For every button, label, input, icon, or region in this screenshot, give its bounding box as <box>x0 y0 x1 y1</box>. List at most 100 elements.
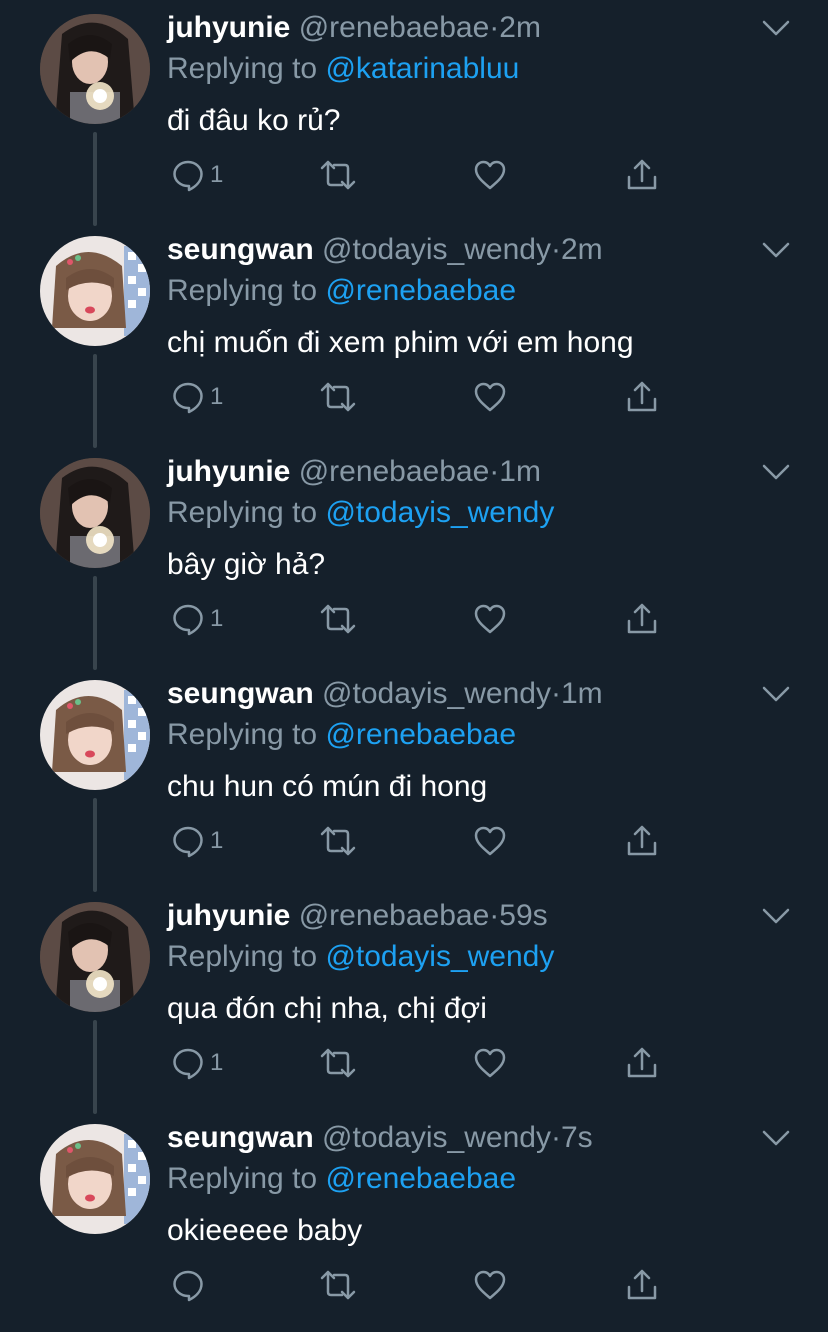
replying-to-label: Replying to <box>167 1162 318 1195</box>
seungwan-avatar-image <box>40 1124 150 1234</box>
like-button[interactable] <box>472 1043 508 1083</box>
user-handle[interactable]: @renebaebae <box>299 899 490 932</box>
avatar[interactable] <box>40 902 150 1012</box>
tweet-menu-button[interactable] <box>758 236 794 264</box>
share-icon <box>627 603 657 634</box>
reply-button[interactable]: 1 <box>170 155 223 195</box>
display-name[interactable]: juhyunie <box>167 455 290 488</box>
share-button[interactable] <box>624 821 660 861</box>
reply-count: 1 <box>210 161 224 188</box>
tweet-menu-button[interactable] <box>758 14 794 42</box>
chevron-down-icon <box>762 464 790 480</box>
mention-link[interactable]: @katarinabluu <box>325 52 519 85</box>
timestamp[interactable]: 59s <box>499 899 547 932</box>
tweet[interactable]: seungwan @todayis_wendy·1m Replying to @… <box>0 666 828 892</box>
retweet-button[interactable] <box>318 1265 358 1305</box>
share-button[interactable] <box>624 155 660 195</box>
reply-icon <box>173 604 203 636</box>
reply-button[interactable] <box>170 1265 210 1305</box>
share-button[interactable] <box>624 1043 660 1083</box>
tweet-header: juhyunie @renebaebae·2m <box>167 8 541 48</box>
mention-link[interactable]: @todayis_wendy <box>325 940 554 973</box>
avatar[interactable] <box>40 680 150 790</box>
like-button[interactable] <box>472 377 508 417</box>
tweet[interactable]: juhyunie @renebaebae·2m Replying to @kat… <box>0 0 828 226</box>
retweet-button[interactable] <box>318 155 358 195</box>
share-icon <box>627 1047 657 1078</box>
separator-dot: · <box>550 677 561 710</box>
separator-dot: · <box>550 233 561 266</box>
reply-count: 1 <box>210 827 224 854</box>
display-name[interactable]: seungwan <box>167 1121 314 1154</box>
reply-count: 1 <box>210 1049 224 1076</box>
replying-to-line: Replying to @todayis_wendy <box>167 937 554 977</box>
retweet-button[interactable] <box>318 821 358 861</box>
user-handle[interactable]: @renebaebae <box>299 455 490 488</box>
tweet-menu-button[interactable] <box>758 1124 794 1152</box>
retweet-button[interactable] <box>318 599 358 639</box>
heart-icon <box>474 826 506 856</box>
tweet-header: seungwan @todayis_wendy·2m <box>167 230 603 270</box>
retweet-icon <box>320 826 356 856</box>
timestamp[interactable]: 2m <box>499 11 541 44</box>
thread-connector-line <box>93 132 97 226</box>
juhyunie-avatar-image <box>40 902 150 1012</box>
user-handle[interactable]: @todayis_wendy <box>322 677 551 710</box>
replying-to-line: Replying to @renebaebae <box>167 271 516 311</box>
mention-link[interactable]: @todayis_wendy <box>325 496 554 529</box>
tweet-menu-button[interactable] <box>758 458 794 486</box>
display-name[interactable]: juhyunie <box>167 11 290 44</box>
chevron-down-icon <box>762 242 790 258</box>
avatar[interactable] <box>40 1124 150 1234</box>
share-button[interactable] <box>624 599 660 639</box>
mention-link[interactable]: @renebaebae <box>325 274 516 307</box>
reply-button[interactable]: 1 <box>170 821 223 861</box>
reply-button[interactable]: 1 <box>170 377 223 417</box>
reply-button[interactable]: 1 <box>170 599 223 639</box>
tweet[interactable]: seungwan @todayis_wendy·7s Replying to @… <box>0 1110 828 1332</box>
mention-link[interactable]: @renebaebae <box>325 1162 516 1195</box>
like-button[interactable] <box>472 599 508 639</box>
share-icon <box>627 825 657 856</box>
timestamp[interactable]: 2m <box>561 233 603 266</box>
separator-dot: · <box>489 899 500 932</box>
heart-icon <box>474 382 506 412</box>
user-handle[interactable]: @todayis_wendy <box>322 233 551 266</box>
display-name[interactable]: seungwan <box>167 677 314 710</box>
user-handle[interactable]: @renebaebae <box>299 11 490 44</box>
replying-to-line: Replying to @katarinabluu <box>167 49 519 89</box>
avatar[interactable] <box>40 236 150 346</box>
timestamp[interactable]: 1m <box>561 677 603 710</box>
timestamp[interactable]: 1m <box>499 455 541 488</box>
retweet-icon <box>320 160 356 190</box>
tweet[interactable]: juhyunie @renebaebae·59s Replying to @to… <box>0 888 828 1114</box>
user-handle[interactable]: @todayis_wendy <box>322 1121 551 1154</box>
tweet-menu-button[interactable] <box>758 680 794 708</box>
avatar[interactable] <box>40 458 150 568</box>
like-button[interactable] <box>472 1265 508 1305</box>
tweet-header: juhyunie @renebaebae·1m <box>167 452 541 492</box>
share-button[interactable] <box>624 1265 660 1305</box>
like-button[interactable] <box>472 155 508 195</box>
tweet-header: juhyunie @renebaebae·59s <box>167 896 548 936</box>
mention-link[interactable]: @renebaebae <box>325 718 516 751</box>
reply-icon <box>173 160 203 192</box>
replying-to-label: Replying to <box>167 496 318 529</box>
replying-to-line: Replying to @renebaebae <box>167 715 516 755</box>
seungwan-avatar-image <box>40 236 150 346</box>
avatar[interactable] <box>40 14 150 124</box>
juhyunie-avatar-image <box>40 14 150 124</box>
tweet[interactable]: seungwan @todayis_wendy·2m Replying to @… <box>0 222 828 448</box>
reply-button[interactable]: 1 <box>170 1043 223 1083</box>
retweet-button[interactable] <box>318 1043 358 1083</box>
display-name[interactable]: seungwan <box>167 233 314 266</box>
like-button[interactable] <box>472 821 508 861</box>
display-name[interactable]: juhyunie <box>167 899 290 932</box>
chevron-down-icon <box>762 908 790 924</box>
share-button[interactable] <box>624 377 660 417</box>
tweet[interactable]: juhyunie @renebaebae·1m Replying to @tod… <box>0 444 828 670</box>
timestamp[interactable]: 7s <box>561 1121 593 1154</box>
tweet-menu-button[interactable] <box>758 902 794 930</box>
retweet-button[interactable] <box>318 377 358 417</box>
tweet-text: okieeeee baby <box>167 1214 363 1247</box>
